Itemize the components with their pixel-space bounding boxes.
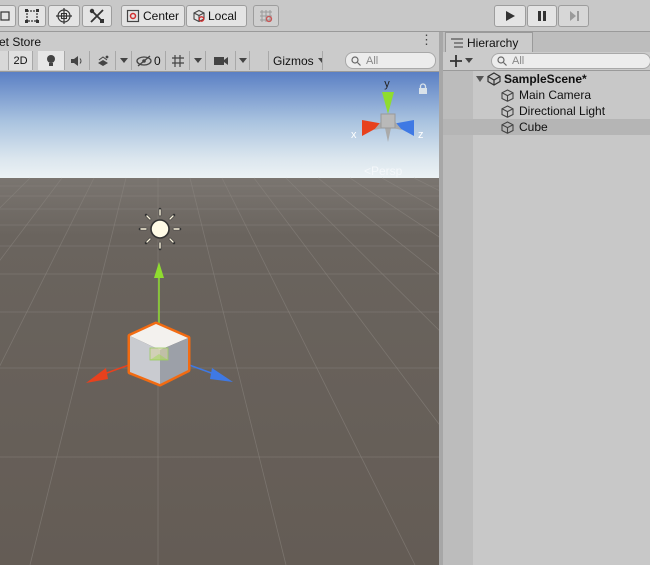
gameobject-cube-icon: [501, 88, 514, 102]
camera-settings-button[interactable]: [206, 51, 236, 70]
chevron-down-icon: [193, 57, 202, 63]
scene-viewport[interactable]: y x z <Persp: [0, 72, 439, 565]
space-label: Local: [208, 9, 237, 23]
directional-light-icon[interactable]: [138, 207, 182, 251]
pivot-label: Center: [143, 9, 180, 23]
eye-slash-icon: [136, 55, 152, 66]
transform-tool-icon: [56, 8, 72, 24]
local-space-icon: [193, 9, 205, 23]
mode-2d-label: 2D: [13, 54, 28, 67]
main-toolbar: Center Local: [0, 0, 650, 32]
rect-tool-button[interactable]: [18, 5, 46, 27]
pivot-icon: [126, 9, 140, 23]
hierarchy-item-label: Main Camera: [519, 88, 592, 102]
scene-search-input[interactable]: All: [345, 52, 436, 69]
grid-toggle[interactable]: [166, 51, 190, 70]
hand-icon: [0, 11, 10, 21]
pause-icon: [538, 11, 546, 21]
camera-dropdown[interactable]: [236, 51, 250, 70]
mode-2d-toggle[interactable]: 2D: [9, 51, 33, 70]
expand-arrow-icon[interactable]: [475, 74, 485, 84]
hierarchy-list: [443, 71, 650, 565]
panel-menu-icon[interactable]: ⋮: [420, 33, 433, 47]
hierarchy-tab-title: Hierarchy: [467, 35, 519, 50]
chevron-down-icon: [464, 58, 473, 63]
unity-scene-icon: [487, 72, 501, 86]
gameobject-cube-icon: [501, 120, 514, 134]
hierarchy-search-input[interactable]: All: [491, 53, 650, 69]
hierarchy-tab[interactable]: Hierarchy: [445, 32, 533, 52]
scene-name: SampleScene*: [504, 72, 587, 86]
play-button[interactable]: [494, 5, 526, 27]
search-icon: [351, 55, 361, 66]
scene-toolbar: 2D 0 Gizmos All: [0, 50, 439, 72]
transform-tool-button[interactable]: [48, 5, 80, 27]
scene-root-row[interactable]: SampleScene*: [443, 71, 650, 87]
hierarchy-toolbar: All: [443, 52, 650, 71]
effects-toggle[interactable]: [90, 51, 116, 70]
grid-dropdown[interactable]: [190, 51, 206, 70]
light-bulb-icon: [47, 54, 55, 66]
plus-icon: [449, 55, 462, 67]
gizmos-button[interactable]: Gizmos: [268, 51, 323, 70]
selected-cube[interactable]: [127, 321, 191, 387]
grid-snap-icon: [260, 10, 273, 23]
gameobject-cube-icon: [501, 104, 514, 118]
chevron-down-icon: [119, 57, 128, 63]
effects-dropdown[interactable]: [116, 51, 132, 70]
effects-icon: [97, 55, 108, 66]
axis-z-label: z: [418, 129, 424, 141]
pivot-space-button[interactable]: Local: [186, 5, 247, 27]
rect-tool-icon: [25, 9, 39, 23]
ground-plane: [0, 178, 439, 565]
scene-view-canvas[interactable]: y x z <Persp: [0, 72, 439, 565]
perspective-label[interactable]: <Persp: [364, 164, 403, 178]
hierarchy-list-icon: [451, 37, 463, 48]
hierarchy-item-label: Directional Light: [519, 104, 606, 118]
draw-mode-dropdown[interactable]: [0, 51, 9, 70]
chevron-down-icon: [317, 57, 322, 63]
play-icon: [506, 11, 515, 21]
hand-tool-button[interactable]: [0, 5, 16, 27]
hidden-objects-toggle[interactable]: 0: [132, 51, 166, 70]
grid-icon: [171, 54, 184, 67]
create-dropdown-button[interactable]: [446, 53, 476, 69]
search-icon: [497, 56, 507, 66]
hierarchy-item-cube[interactable]: Cube: [443, 119, 650, 135]
pivot-center-button[interactable]: Center: [121, 5, 185, 27]
hierarchy-search-placeholder: All: [512, 55, 525, 67]
gizmos-label: Gizmos: [273, 53, 314, 68]
grid-snap-button[interactable]: [253, 5, 279, 27]
step-icon: [569, 11, 579, 21]
camera-icon: [213, 56, 228, 65]
hierarchy-item-directional-light[interactable]: Directional Light: [443, 103, 650, 119]
axis-x-label: x: [351, 129, 357, 141]
hierarchy-item-label: Cube: [519, 120, 548, 134]
scene-tab-bar: et Store ⋮: [0, 32, 439, 50]
tools-icon: [89, 8, 104, 23]
chevron-down-icon: [238, 57, 247, 63]
scene-tab-title[interactable]: et Store: [0, 35, 41, 49]
custom-tools-button[interactable]: [82, 5, 112, 27]
pause-button[interactable]: [527, 5, 557, 27]
speaker-icon: [71, 55, 82, 66]
axis-y-label: y: [384, 78, 390, 90]
step-button[interactable]: [558, 5, 589, 27]
hidden-count: 0: [154, 53, 161, 68]
hierarchy-item-main-camera[interactable]: Main Camera: [443, 87, 650, 103]
hierarchy-gutter: [443, 71, 473, 565]
audio-toggle[interactable]: [65, 51, 90, 70]
lighting-toggle[interactable]: [38, 51, 65, 70]
scene-search-placeholder: All: [366, 54, 379, 67]
